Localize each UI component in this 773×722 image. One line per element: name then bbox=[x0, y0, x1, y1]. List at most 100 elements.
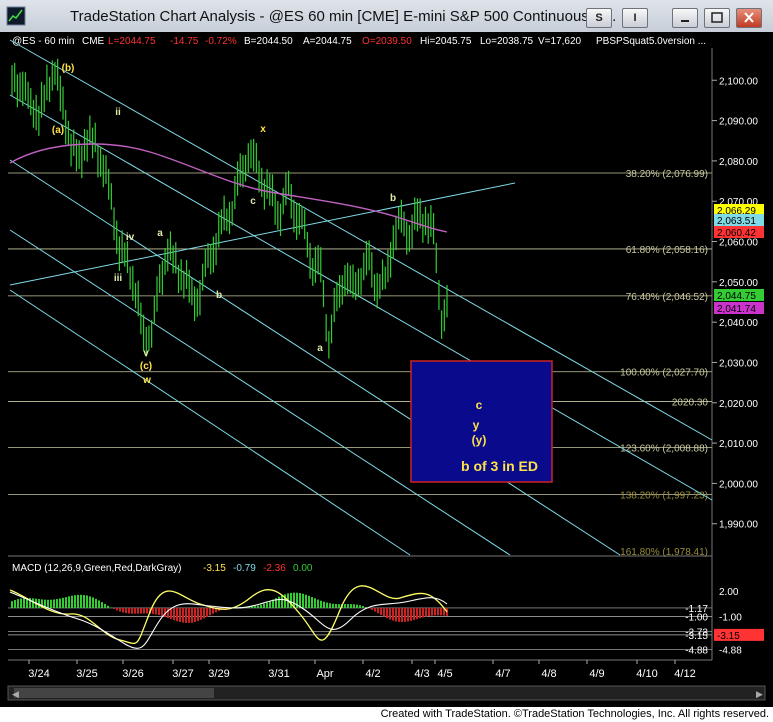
scroll-right-icon[interactable]: ▶ bbox=[756, 689, 763, 699]
wave-label: (y) bbox=[472, 433, 487, 447]
minimize-button[interactable] bbox=[672, 8, 698, 28]
close-button[interactable] bbox=[736, 8, 762, 28]
wave-label: b bbox=[216, 290, 222, 301]
wave-label: c bbox=[250, 196, 256, 207]
wave-label: b bbox=[390, 193, 396, 204]
fib-level-label: 100.00% (2,027.70) bbox=[620, 368, 708, 379]
x-tick-label: 4/12 bbox=[674, 668, 695, 680]
fib-level-label: 138.20% (1,997.23) bbox=[620, 491, 708, 502]
macd-title: MACD (12,26,9,Green,Red,DarkGray) bbox=[12, 563, 182, 574]
header-open: O=2039.50 bbox=[362, 36, 412, 47]
wave-label: iv bbox=[126, 232, 135, 243]
header-indicator: PBSPSquat5.0version ... bbox=[596, 36, 706, 47]
y-tick-label: 2,010.00 bbox=[719, 439, 758, 450]
macd-level-label: -3.15 bbox=[685, 631, 708, 642]
x-tick-label: 4/3 bbox=[414, 668, 429, 680]
header-change: -14.75 bbox=[170, 36, 199, 47]
macd-readout-3: -2.36 bbox=[263, 563, 286, 574]
wave-label: ii bbox=[115, 107, 121, 118]
y-tick-label: 2,060.00 bbox=[719, 238, 758, 249]
fib-level-label: 76.40% (2,046.52) bbox=[626, 292, 708, 303]
macd-header: MACD (12,26,9,Green,Red,DarkGray) -3.15 … bbox=[12, 563, 313, 574]
maximize-button[interactable] bbox=[704, 8, 730, 28]
x-tick-label: 3/25 bbox=[76, 668, 97, 680]
y-tick-label: 2,100.00 bbox=[719, 76, 758, 87]
macd-readout-1: -3.15 bbox=[203, 563, 226, 574]
price-label: 2,041.74 bbox=[717, 304, 756, 315]
y-tick-label: 2,040.00 bbox=[719, 318, 758, 329]
fib-level-label: 123.60% (2,008.88) bbox=[620, 444, 708, 455]
scrollbar-thumb[interactable] bbox=[14, 688, 214, 698]
wave-label: (c) bbox=[140, 361, 152, 372]
tradestation-chart-icon bbox=[6, 6, 26, 26]
macd-value-label: -3.15 bbox=[717, 631, 740, 642]
chart-area[interactable]: @ES - 60 min CME L=2044.75 -14.75 -0.72%… bbox=[0, 32, 773, 707]
macd-readout-4: 0.00 bbox=[293, 563, 313, 574]
price-label: 2,063.51 bbox=[717, 216, 756, 227]
x-tick-label: 4/8 bbox=[541, 668, 556, 680]
header-bid: B=2044.50 bbox=[244, 36, 293, 47]
x-tick-label: 4/7 bbox=[495, 668, 510, 680]
macd-level-label: -1.00 bbox=[685, 613, 708, 624]
close-icon bbox=[744, 12, 754, 23]
maximize-icon bbox=[711, 12, 723, 23]
y-tick-label: 2,020.00 bbox=[719, 399, 758, 410]
header-low: Lo=2038.75 bbox=[480, 36, 534, 47]
y-tick-label: 2,050.00 bbox=[719, 278, 758, 289]
header-high: Hi=2045.75 bbox=[420, 36, 472, 47]
box-label: b of 3 in ED bbox=[461, 458, 538, 474]
x-tick-label: 4/5 bbox=[437, 668, 452, 680]
header-last: L=2044.75 bbox=[108, 36, 156, 47]
wave-label: (b) bbox=[62, 63, 75, 74]
wave-label: w bbox=[142, 375, 151, 386]
price-chart[interactable]: @ES - 60 min CME L=2044.75 -14.75 -0.72%… bbox=[0, 32, 773, 707]
header-volume: V=17,620 bbox=[538, 36, 582, 47]
wave-label: a bbox=[317, 343, 323, 354]
price-label: 2,044.75 bbox=[717, 291, 756, 302]
moving-average-line bbox=[9, 143, 448, 233]
fib-level-label: 38.20% (2,076.99) bbox=[626, 169, 708, 180]
scroll-left-icon[interactable]: ◀ bbox=[12, 689, 19, 699]
wave-label: c bbox=[476, 398, 483, 412]
x-tick-label: 4/9 bbox=[589, 668, 604, 680]
x-tick-label: 3/26 bbox=[122, 668, 143, 680]
wave-label: y bbox=[473, 418, 480, 432]
window-titlebar: TradeStation Chart Analysis - @ES 60 min… bbox=[0, 0, 773, 33]
footer: Created with TradeStation. ©TradeStation… bbox=[0, 707, 773, 722]
chart-header: @ES - 60 min CME L=2044.75 -14.75 -0.72%… bbox=[12, 36, 706, 47]
fib-level-label: 161.80% (1,978.41) bbox=[620, 547, 708, 558]
y-tick-label: 2,000.00 bbox=[719, 479, 758, 490]
i-button[interactable]: I bbox=[622, 8, 648, 28]
y-tick-label: 2,080.00 bbox=[719, 157, 758, 168]
macd-y-tick-label: -1.00 bbox=[719, 613, 742, 624]
footer-copyright: Created with TradeStation. ©TradeStation… bbox=[380, 708, 769, 720]
macd-y-tick-label: 2.00 bbox=[719, 587, 739, 598]
header-exchange: CME bbox=[82, 36, 105, 47]
header-ask: A=2044.75 bbox=[303, 36, 352, 47]
x-tick-label: 4/10 bbox=[636, 668, 657, 680]
header-symbol: @ES - 60 min bbox=[12, 36, 74, 47]
x-tick-label: 4/2 bbox=[365, 668, 380, 680]
y-tick-label: 1,990.00 bbox=[719, 520, 758, 531]
macd-level-label: -4.88 bbox=[685, 646, 708, 657]
x-tick-label: 3/29 bbox=[208, 668, 229, 680]
window-title: TradeStation Chart Analysis - @ES 60 min… bbox=[70, 8, 617, 25]
fib-level-label: 2020.30 bbox=[672, 398, 709, 409]
s-button[interactable]: S bbox=[586, 8, 612, 28]
header-pct: -0.72% bbox=[205, 36, 237, 47]
macd-readout-2: -0.79 bbox=[233, 563, 256, 574]
wave-label: v bbox=[143, 348, 149, 359]
wave-label: iii bbox=[114, 273, 123, 284]
fib-level-label: 61.80% (2,058.16) bbox=[626, 245, 708, 256]
macd-y-tick-label: -4.88 bbox=[719, 646, 742, 657]
x-tick-label: 3/24 bbox=[28, 668, 49, 680]
wave-label: a bbox=[157, 228, 163, 239]
minimize-icon bbox=[681, 20, 689, 22]
y-tick-label: 2,030.00 bbox=[719, 358, 758, 369]
price-bars bbox=[11, 58, 448, 359]
wave-label: x bbox=[260, 124, 266, 135]
x-tick-label: 3/31 bbox=[268, 668, 289, 680]
x-tick-label: Apr bbox=[316, 668, 333, 680]
x-tick-label: 3/27 bbox=[172, 668, 193, 680]
price-label: 2,060.42 bbox=[717, 228, 756, 239]
